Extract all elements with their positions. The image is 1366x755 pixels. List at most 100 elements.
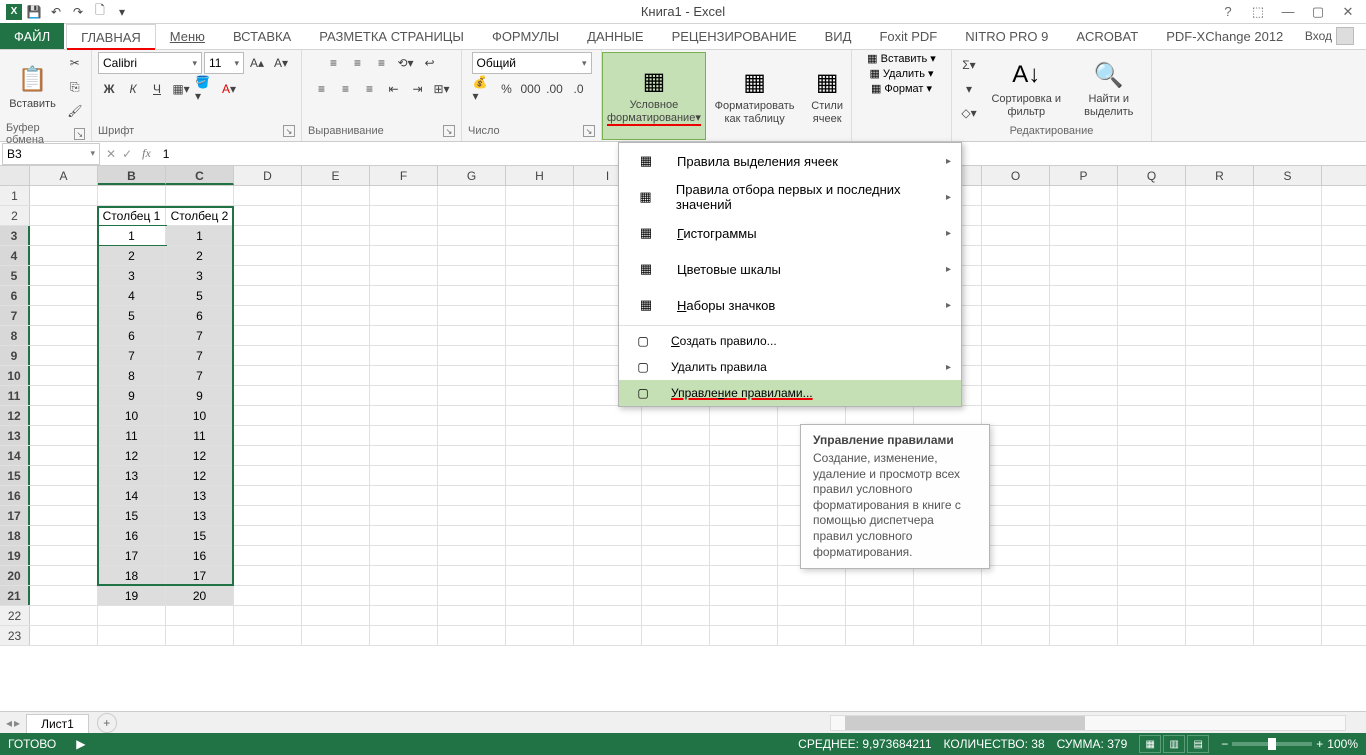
minimize-button[interactable]: — bbox=[1274, 2, 1302, 22]
comma-button[interactable]: 000 bbox=[520, 78, 542, 100]
cell-P1[interactable] bbox=[1050, 186, 1118, 205]
qat-customize-icon[interactable]: ▾ bbox=[112, 2, 132, 22]
cell-R14[interactable] bbox=[1186, 446, 1254, 465]
cell-A6[interactable] bbox=[30, 286, 98, 305]
cell-A12[interactable] bbox=[30, 406, 98, 425]
ribbon-options-icon[interactable]: ⬚ bbox=[1244, 2, 1272, 22]
cell-B12[interactable]: 10 bbox=[98, 406, 166, 425]
cell-J14[interactable] bbox=[642, 446, 710, 465]
cell-D20[interactable] bbox=[234, 566, 302, 585]
cell-H13[interactable] bbox=[506, 426, 574, 445]
sheet-prev-icon[interactable]: ◂ bbox=[6, 716, 12, 730]
menu-item-5[interactable]: ▢Создать правило... bbox=[619, 328, 961, 354]
indent-decrease-icon[interactable]: ⇤ bbox=[383, 78, 405, 100]
cell-I16[interactable] bbox=[574, 486, 642, 505]
cell-P2[interactable] bbox=[1050, 206, 1118, 225]
cell-C23[interactable] bbox=[166, 626, 234, 645]
cell-O18[interactable] bbox=[982, 526, 1050, 545]
column-header-Q[interactable]: Q bbox=[1118, 166, 1186, 185]
cell-O3[interactable] bbox=[982, 226, 1050, 245]
cell-R18[interactable] bbox=[1186, 526, 1254, 545]
tab-page-layout[interactable]: РАЗМЕТКА СТРАНИЦЫ bbox=[305, 23, 478, 49]
column-header-P[interactable]: P bbox=[1050, 166, 1118, 185]
cell-K17[interactable] bbox=[710, 506, 778, 525]
column-header-S[interactable]: S bbox=[1254, 166, 1322, 185]
insert-cells-button[interactable]: ▦ Вставить ▾ bbox=[867, 52, 936, 65]
align-center-icon[interactable]: ≡ bbox=[335, 78, 357, 100]
cell-S14[interactable] bbox=[1254, 446, 1322, 465]
cell-K19[interactable] bbox=[710, 546, 778, 565]
cell-R10[interactable] bbox=[1186, 366, 1254, 385]
cell-O20[interactable] bbox=[982, 566, 1050, 585]
cell-B13[interactable]: 11 bbox=[98, 426, 166, 445]
cell-F20[interactable] bbox=[370, 566, 438, 585]
cell-P23[interactable] bbox=[1050, 626, 1118, 645]
cell-H15[interactable] bbox=[506, 466, 574, 485]
italic-button[interactable]: К bbox=[122, 78, 144, 100]
cell-S11[interactable] bbox=[1254, 386, 1322, 405]
column-header-F[interactable]: F bbox=[370, 166, 438, 185]
cell-E6[interactable] bbox=[302, 286, 370, 305]
cell-S10[interactable] bbox=[1254, 366, 1322, 385]
tab-home[interactable]: ГЛАВНАЯ bbox=[66, 24, 156, 50]
cell-A17[interactable] bbox=[30, 506, 98, 525]
new-icon[interactable]: 🗋 bbox=[90, 2, 110, 22]
cell-D19[interactable] bbox=[234, 546, 302, 565]
cell-B3[interactable]: 1 bbox=[98, 226, 166, 245]
cell-E4[interactable] bbox=[302, 246, 370, 265]
cell-S2[interactable] bbox=[1254, 206, 1322, 225]
cell-Q20[interactable] bbox=[1118, 566, 1186, 585]
fill-color-button[interactable]: 🪣▾ bbox=[194, 78, 216, 100]
decrease-font-icon[interactable]: A▾ bbox=[270, 52, 292, 74]
zoom-slider[interactable] bbox=[1232, 742, 1312, 746]
cell-G14[interactable] bbox=[438, 446, 506, 465]
cell-P10[interactable] bbox=[1050, 366, 1118, 385]
cell-E10[interactable] bbox=[302, 366, 370, 385]
cell-G8[interactable] bbox=[438, 326, 506, 345]
sheet-tab-1[interactable]: Лист1 bbox=[26, 714, 89, 733]
cell-N21[interactable] bbox=[914, 586, 982, 605]
cell-O16[interactable] bbox=[982, 486, 1050, 505]
cell-C19[interactable]: 16 bbox=[166, 546, 234, 565]
cell-E11[interactable] bbox=[302, 386, 370, 405]
cell-J20[interactable] bbox=[642, 566, 710, 585]
cell-B17[interactable]: 15 bbox=[98, 506, 166, 525]
column-header-C[interactable]: C bbox=[166, 166, 234, 185]
cell-O9[interactable] bbox=[982, 346, 1050, 365]
cell-B22[interactable] bbox=[98, 606, 166, 625]
cell-P7[interactable] bbox=[1050, 306, 1118, 325]
decrease-decimal-icon[interactable]: .0 bbox=[568, 78, 590, 100]
cell-O14[interactable] bbox=[982, 446, 1050, 465]
cell-I17[interactable] bbox=[574, 506, 642, 525]
align-right-icon[interactable]: ≡ bbox=[359, 78, 381, 100]
cell-O12[interactable] bbox=[982, 406, 1050, 425]
cell-K18[interactable] bbox=[710, 526, 778, 545]
page-break-view-icon[interactable]: ▤ bbox=[1187, 735, 1209, 753]
cell-A11[interactable] bbox=[30, 386, 98, 405]
cell-Q18[interactable] bbox=[1118, 526, 1186, 545]
cell-R19[interactable] bbox=[1186, 546, 1254, 565]
fx-icon[interactable]: fx bbox=[136, 146, 157, 161]
cell-D21[interactable] bbox=[234, 586, 302, 605]
cell-L21[interactable] bbox=[778, 586, 846, 605]
cell-G10[interactable] bbox=[438, 366, 506, 385]
cell-A21[interactable] bbox=[30, 586, 98, 605]
macro-record-icon[interactable]: ▶ bbox=[76, 737, 85, 751]
cell-D18[interactable] bbox=[234, 526, 302, 545]
cell-S18[interactable] bbox=[1254, 526, 1322, 545]
cell-H22[interactable] bbox=[506, 606, 574, 625]
cell-B20[interactable]: 18 bbox=[98, 566, 166, 585]
cell-M12[interactable] bbox=[846, 406, 914, 425]
cell-B7[interactable]: 5 bbox=[98, 306, 166, 325]
row-header-17[interactable]: 17 bbox=[0, 506, 30, 525]
row-header-8[interactable]: 8 bbox=[0, 326, 30, 345]
cell-E9[interactable] bbox=[302, 346, 370, 365]
cell-G23[interactable] bbox=[438, 626, 506, 645]
row-header-23[interactable]: 23 bbox=[0, 626, 30, 645]
cell-O6[interactable] bbox=[982, 286, 1050, 305]
cell-Q19[interactable] bbox=[1118, 546, 1186, 565]
cell-A13[interactable] bbox=[30, 426, 98, 445]
cell-G2[interactable] bbox=[438, 206, 506, 225]
column-header-B[interactable]: B bbox=[98, 166, 166, 185]
zoom-control[interactable]: − + 100% bbox=[1221, 737, 1358, 751]
